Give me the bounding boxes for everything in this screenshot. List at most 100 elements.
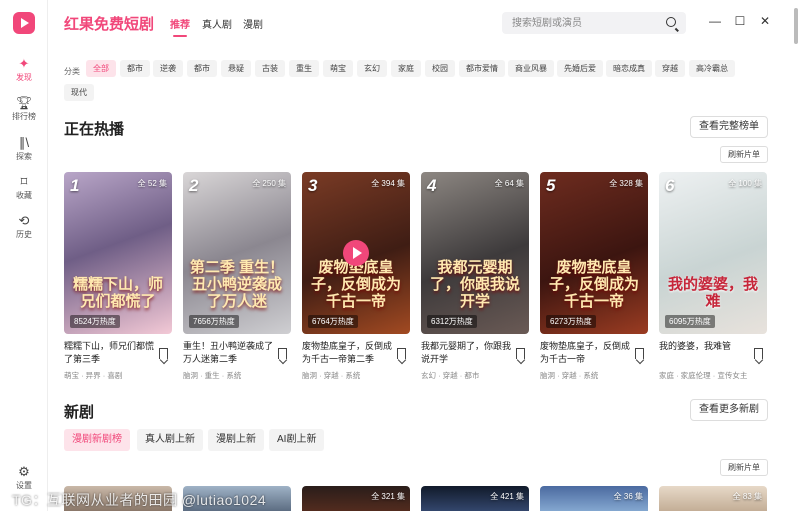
sidebar-item-label: 设置	[16, 481, 32, 490]
poster-image[interactable]: 废物垫底皇子，反倒成为千古一帝 5 全 328 集 6273万热度	[540, 172, 648, 334]
tab-ai-new[interactable]: AI剧上新	[269, 429, 325, 451]
library-icon: ∥\	[18, 135, 30, 150]
tab-recommend[interactable]: 推荐	[170, 16, 190, 37]
bookmark-icon[interactable]	[397, 348, 406, 359]
heat-badge: 6764万热度	[308, 315, 358, 328]
minimize-icon[interactable]: —	[708, 14, 722, 28]
refresh-list-button[interactable]: 刷新片单	[720, 459, 768, 476]
bookmark-icon[interactable]	[516, 348, 525, 359]
drama-card[interactable]: 废物垫底皇子，反倒成为千古一帝 5 全 328 集 6273万热度 废物垫底皇子…	[540, 172, 648, 381]
heat-badge: 6095万热度	[665, 315, 715, 328]
episode-count: 全 421 集	[490, 492, 524, 501]
view-more-new-button[interactable]: 查看更多新剧	[690, 399, 768, 421]
filter-chip[interactable]: 萌宝	[323, 60, 353, 77]
new-drama-thumb[interactable]: 全 83 集	[659, 486, 767, 511]
filter-chip[interactable]: 全部	[86, 60, 116, 77]
trophy-icon: 🏆︎	[15, 95, 33, 110]
filter-chip[interactable]: 玄幻	[357, 60, 387, 77]
close-icon[interactable]: ✕	[758, 14, 772, 28]
section-title-hot: 正在热播	[64, 121, 125, 138]
filter-chip[interactable]: 暗恋成真	[606, 60, 652, 77]
refresh-list-button[interactable]: 刷新片单	[720, 146, 768, 163]
card-title[interactable]: 我都元婴期了，你跟我说开学	[421, 340, 511, 366]
play-icon[interactable]	[343, 240, 369, 266]
tab-anime[interactable]: 漫剧	[243, 16, 263, 31]
card-tags: 脑洞 · 穿越 · 系统	[540, 371, 599, 380]
poster-caption: 第二季 重生！丑小鸭逆袭成了万人迷	[189, 259, 285, 310]
filter-chip[interactable]: 都市爱情	[459, 60, 505, 77]
filter-chip[interactable]: 现代	[64, 84, 94, 101]
card-tags: 家庭 · 家庭伦理 · 宣传女主	[659, 371, 748, 380]
episode-count: 全 328 集	[609, 179, 643, 188]
drama-card[interactable]: 第二季 重生！丑小鸭逆袭成了万人迷 2 全 250 集 7656万热度 重生！丑…	[183, 172, 291, 381]
card-tags: 玄幻 · 穿越 · 都市	[421, 371, 480, 380]
bookmark-icon[interactable]	[278, 348, 287, 359]
bookmark-icon[interactable]	[754, 348, 763, 359]
tab-anime-new-ranking[interactable]: 漫剧新剧榜	[64, 429, 130, 451]
rank-number: 6	[665, 176, 675, 195]
brand-title: 红果免费短剧	[64, 16, 155, 33]
poster-image[interactable]: 第二季 重生！丑小鸭逆袭成了万人迷 2 全 250 集 7656万热度	[183, 172, 291, 334]
maximize-icon[interactable]: ☐	[733, 14, 747, 28]
search-icon[interactable]	[666, 17, 676, 27]
card-title[interactable]: 废物垫底皇子，反倒成为千古一帝第二季	[302, 340, 392, 366]
poster-caption: 废物垫底皇子，反倒成为千古一帝	[548, 259, 639, 310]
episode-count: 全 394 集	[371, 179, 405, 188]
card-title[interactable]: 重生！丑小鸭逆袭成了万人迷第二季	[183, 340, 273, 366]
sparkle-icon: ✦	[18, 56, 30, 71]
app-logo-icon[interactable]	[13, 12, 35, 34]
card-title[interactable]: 糯糯下山，师兄们都慌了第三季	[64, 340, 154, 366]
filter-chip[interactable]: 重生	[289, 60, 319, 77]
card-title[interactable]: 废物垫底皇子，反倒成为千古一帝	[540, 340, 630, 366]
tab-live-action[interactable]: 真人剧	[202, 16, 232, 31]
filter-chip[interactable]: 先婚后爱	[557, 60, 603, 77]
poster-image[interactable]: 糯糯下山，师兄们都慌了 1 全 52 集 8524万热度	[64, 172, 172, 334]
filter-chip[interactable]: 高冷霸总	[689, 60, 735, 77]
episode-count: 全 100 集	[728, 179, 762, 188]
drama-card[interactable]: 我都元婴期了，你跟我说开学 4 全 64 集 6312万热度 我都元婴期了，你跟…	[421, 172, 529, 381]
filter-chip[interactable]: 古装	[255, 60, 285, 77]
filter-chip[interactable]: 都市	[187, 60, 217, 77]
new-drama-thumb[interactable]: 全 36 集	[540, 486, 648, 511]
poster-image[interactable]: 我都元婴期了，你跟我说开学 4 全 64 集 6312万热度	[421, 172, 529, 334]
drama-card[interactable]: 我的婆婆，我难 6 全 100 集 6095万热度 我的婆婆，我难管 家庭 · …	[659, 172, 767, 381]
gear-icon: ⚙	[18, 464, 30, 479]
poster-caption: 废物垫底皇子，反倒成为千古一帝	[310, 259, 401, 310]
poster-caption: 我的婆婆，我难	[667, 276, 758, 310]
filter-chip[interactable]: 商业风暴	[508, 60, 554, 77]
card-title[interactable]: 我的婆婆，我难管	[659, 340, 749, 366]
poster-caption: 糯糯下山，师兄们都慌了	[72, 276, 163, 310]
filter-chip[interactable]: 都市	[120, 60, 150, 77]
sidebar-item-history[interactable]: ⟲ 历史	[0, 213, 48, 240]
drama-card[interactable]: 废物垫底皇子，反倒成为千古一帝 3 全 394 集 6764万热度 废物垫底皇子…	[302, 172, 410, 381]
bookmark-icon[interactable]	[159, 348, 168, 359]
filter-chip[interactable]: 家庭	[391, 60, 421, 77]
sidebar-item-ranking[interactable]: 🏆︎ 排行榜	[0, 95, 48, 122]
heat-badge: 8524万热度	[70, 315, 120, 328]
rank-number: 4	[427, 176, 437, 195]
search-input[interactable]	[502, 12, 652, 34]
filter-chip[interactable]: 逆袭	[153, 60, 183, 77]
tab-anime-new[interactable]: 漫剧上新	[208, 429, 264, 451]
history-icon: ⟲	[18, 213, 30, 228]
watermark-text: TG：互联网从业者的田园 @lutiao1024	[12, 492, 267, 508]
sidebar-item-settings[interactable]: ⚙ 设置	[0, 464, 48, 491]
view-full-ranking-button[interactable]: 查看完整榜单	[690, 116, 768, 138]
filter-chip[interactable]: 校园	[425, 60, 455, 77]
poster-image[interactable]: 废物垫底皇子，反倒成为千古一帝 3 全 394 集 6764万热度	[302, 172, 410, 334]
sidebar-item-discover[interactable]: ✦ 发现	[0, 56, 48, 83]
poster-image[interactable]: 我的婆婆，我难 6 全 100 集 6095万热度	[659, 172, 767, 334]
scrollbar[interactable]	[794, 8, 798, 44]
tab-live-action-new[interactable]: 真人剧上新	[137, 429, 203, 451]
sidebar-item-favorites[interactable]: ⌑ 收藏	[0, 174, 48, 201]
sidebar-item-label: 发现	[16, 73, 32, 82]
filter-chip[interactable]: 穿越	[655, 60, 685, 77]
new-drama-thumb[interactable]: 全 421 集	[421, 486, 529, 511]
drama-card[interactable]: 糯糯下山，师兄们都慌了 1 全 52 集 8524万热度 糯糯下山，师兄们都慌了…	[64, 172, 172, 381]
bookmark-icon[interactable]	[635, 348, 644, 359]
sidebar-item-label: 历史	[16, 230, 32, 239]
sidebar-item-explore[interactable]: ∥\ 探索	[0, 135, 48, 162]
filter-chip[interactable]: 悬疑	[221, 60, 251, 77]
new-drama-thumb[interactable]: 全 321 集	[302, 486, 410, 511]
rank-number: 2	[189, 176, 199, 195]
